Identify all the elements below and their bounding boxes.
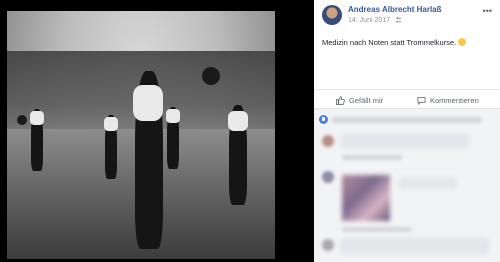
post-date-text[interactable]: 14. Juni 2017 [348,17,390,24]
blurred-comment [340,237,490,255]
ellipsis-icon[interactable]: ••• [483,7,492,16]
blurred-reaction-names [332,117,482,123]
like-reaction-icon [319,115,328,124]
post-photo[interactable] [7,11,275,259]
photo-viewer [0,0,314,262]
blurred-comment-meta [342,227,412,232]
smile-emoji-icon [458,38,467,46]
comment-button-label: Kommentieren [430,95,479,105]
post-header: Andreas Albrecht Harlaß 14. Juni 2017 ••… [322,5,496,29]
reactions-summary[interactable] [314,109,500,131]
post-date[interactable]: 14. Juni 2017 [348,16,402,24]
blurred-comment-meta [342,155,402,160]
thumbs-up-icon [336,95,345,105]
blurred-commenter-avatar [322,171,334,183]
post-side-panel: Andreas Albrecht Harlaß 14. Juni 2017 ••… [314,0,500,262]
comment-button[interactable]: Kommentieren [417,93,479,107]
blurred-commenter-avatar [322,135,334,147]
like-button[interactable]: Gefällt mir [336,93,383,107]
post-text: Medizin nach Noten statt Trommelkurse. [322,38,492,47]
blurred-comment [398,177,458,189]
author-avatar[interactable] [322,5,342,25]
comment-icon [417,96,426,105]
photo-ball [202,67,220,85]
post-actions: Gefällt mir Kommentieren [314,89,500,109]
blurred-commenter-avatar [322,239,334,251]
photo-ball [17,115,27,125]
photo-figure-shirt [104,117,118,131]
blurred-comment-image [342,175,390,221]
photo-figure-shirt [30,111,44,125]
author-name[interactable]: Andreas Albrecht Harlaß [348,5,442,14]
post-text-content: Medizin nach Noten statt Trommelkurse. [322,38,457,47]
comments-section [314,131,500,262]
friends-icon [395,16,402,23]
photo-figure-shirt [166,109,180,123]
photo-figure-shirt [228,111,248,131]
like-button-label: Gefällt mir [349,95,384,105]
photo-figure-shirt [133,85,163,121]
blurred-comment [340,133,470,149]
